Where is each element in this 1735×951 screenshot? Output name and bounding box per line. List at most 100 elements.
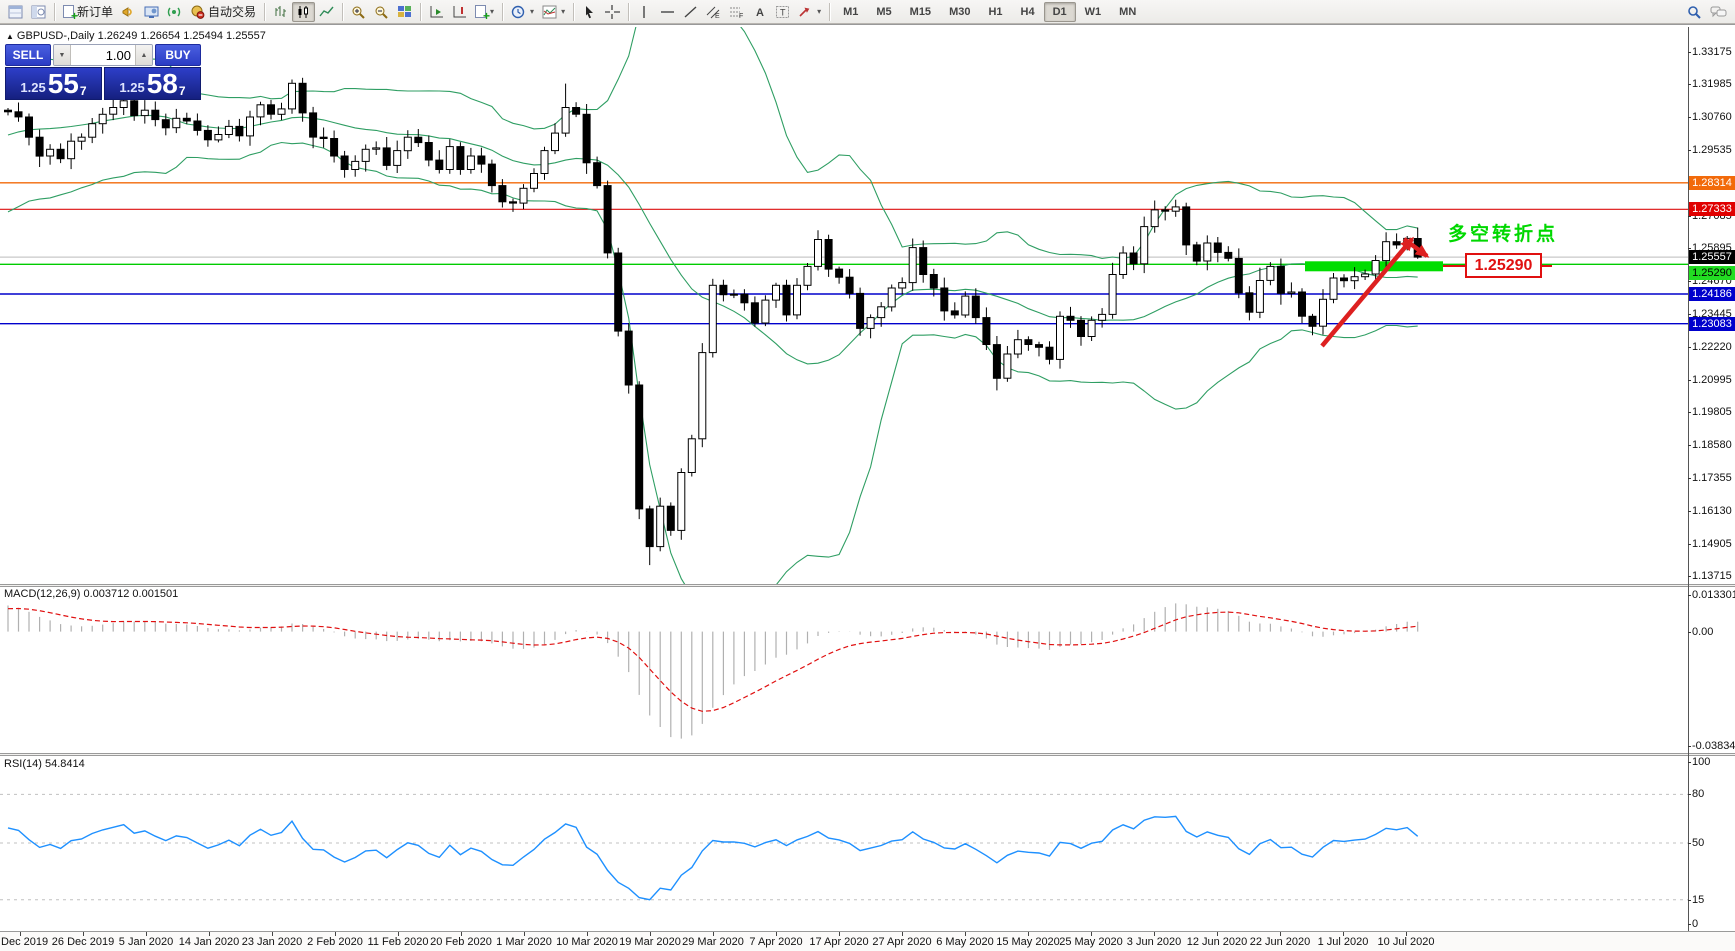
price-tick-label: 1.14905 xyxy=(1692,538,1732,550)
sell-button[interactable]: SELL xyxy=(5,44,51,66)
rsi-pane[interactable] xyxy=(0,756,1688,931)
volume-control: ▼ ▲ xyxy=(53,44,153,66)
rsi-axis-label: 15 xyxy=(1692,894,1704,906)
volume-down-button[interactable]: ▼ xyxy=(54,45,71,65)
price-tick-label: 1.16130 xyxy=(1692,505,1732,517)
sell-price-button[interactable]: 1.25 55 7 xyxy=(5,67,102,100)
tf-m5-button[interactable]: M5 xyxy=(867,2,900,22)
auto-scroll-button[interactable] xyxy=(425,2,448,22)
cursor-button[interactable] xyxy=(578,2,601,22)
tf-m15-button[interactable]: M15 xyxy=(901,2,940,22)
date-label: 20 Feb 2020 xyxy=(430,936,492,948)
templates-button[interactable]: ▾ xyxy=(538,2,569,22)
macd-pane[interactable] xyxy=(0,587,1688,753)
buy-button[interactable]: BUY xyxy=(155,44,201,66)
time-axis[interactable]: 7 Dec 201926 Dec 20195 Jan 202014 Jan 20… xyxy=(0,931,1735,951)
shapes-button[interactable]: ▾ xyxy=(794,2,825,22)
buy-price-pip: 7 xyxy=(179,84,186,98)
date-label: 3 Jun 2020 xyxy=(1127,936,1181,948)
date-label: 23 Jan 2020 xyxy=(242,936,303,948)
level-annotation-box[interactable]: 1.25290 xyxy=(1465,253,1542,278)
search-icon[interactable] xyxy=(1683,2,1706,22)
fibonacci-button[interactable]: F xyxy=(725,2,748,22)
toolbar-separator xyxy=(420,3,421,21)
price-level-badge: 1.27333 xyxy=(1689,202,1735,216)
tf-h4-button[interactable]: H4 xyxy=(1012,2,1044,22)
label-button[interactable]: T xyxy=(771,2,794,22)
buy-price-button[interactable]: 1.25 58 7 xyxy=(104,67,201,100)
collapse-triangle-icon[interactable]: ▲ xyxy=(6,32,14,41)
market-watch-icon[interactable] xyxy=(4,2,27,22)
svg-text:E: E xyxy=(715,13,720,19)
new-chart-button[interactable]: ▾ xyxy=(471,2,498,22)
crosshair-button[interactable] xyxy=(601,2,624,22)
toolbar-separator xyxy=(502,3,503,21)
chart-shift-button[interactable] xyxy=(448,2,471,22)
date-label: 7 Apr 2020 xyxy=(749,936,802,948)
macd-axis-label: -0.038343 xyxy=(1692,740,1735,752)
date-label: 29 Mar 2020 xyxy=(682,936,744,948)
alerts-icon[interactable] xyxy=(117,2,140,22)
tf-mn-button[interactable]: MN xyxy=(1110,2,1145,22)
date-label: 26 Dec 2019 xyxy=(52,936,114,948)
signals-icon[interactable] xyxy=(163,2,186,22)
date-label: 10 Mar 2020 xyxy=(556,936,618,948)
tf-d1-button[interactable]: D1 xyxy=(1044,2,1076,22)
new-order-button[interactable]: 新订单 xyxy=(59,2,117,22)
macd-axis-label: 0.013301 xyxy=(1692,589,1735,601)
tf-m30-button[interactable]: M30 xyxy=(940,2,979,22)
price-tick-label: 1.33175 xyxy=(1692,46,1732,58)
horizontal-line-button[interactable] xyxy=(656,2,679,22)
date-label: 15 May 2020 xyxy=(996,936,1060,948)
tile-windows-button[interactable] xyxy=(393,2,416,22)
date-label: 6 May 2020 xyxy=(936,936,993,948)
autotrading-button[interactable]: 自动交易 xyxy=(186,2,260,22)
buy-price-prefix: 1.25 xyxy=(119,80,144,95)
line-chart-button[interactable] xyxy=(315,2,338,22)
svg-text:T: T xyxy=(780,7,786,17)
toolbar-separator xyxy=(573,3,574,21)
toolbar-separator xyxy=(829,3,830,21)
text-button[interactable]: A xyxy=(748,2,771,22)
date-label: 12 Jun 2020 xyxy=(1187,936,1248,948)
rsi-line xyxy=(8,816,1418,899)
macd-indicator-label: MACD(12,26,9) 0.003712 0.001501 xyxy=(4,588,178,600)
annotation-connector-right xyxy=(1542,265,1552,267)
price-tick-label: 1.30760 xyxy=(1692,111,1732,123)
toolbar-separator xyxy=(628,3,629,21)
date-label: 14 Jan 2020 xyxy=(179,936,240,948)
sell-price-main: 55 xyxy=(48,70,79,98)
turning-point-annotation[interactable]: 多空转折点 xyxy=(1448,219,1558,246)
periods-button[interactable]: ▾ xyxy=(507,2,538,22)
rsi-axis-label: 0 xyxy=(1692,918,1698,930)
volume-input[interactable] xyxy=(71,45,135,65)
bollinger-band-upper[interactable] xyxy=(8,27,1418,259)
candlestick-chart-button[interactable] xyxy=(292,2,315,22)
price-level-badge: 1.25557 xyxy=(1689,250,1735,264)
annotation-connector-left xyxy=(1443,265,1465,267)
date-label: 10 Jul 2020 xyxy=(1378,936,1435,948)
buy-price-main: 58 xyxy=(147,70,178,98)
rsi-axis-label: 80 xyxy=(1692,788,1704,800)
tf-m1-button[interactable]: M1 xyxy=(834,2,867,22)
trendline-button[interactable] xyxy=(679,2,702,22)
chart-window: ▲GBPUSD-,Daily 1.26249 1.26654 1.25494 1… xyxy=(0,24,1735,950)
tf-h1-button[interactable]: H1 xyxy=(979,2,1011,22)
price-tick-label: 1.29535 xyxy=(1692,144,1732,156)
vertical-line-button[interactable] xyxy=(633,2,656,22)
date-label: 22 Jun 2020 xyxy=(1250,936,1311,948)
main-chart-pane[interactable] xyxy=(0,27,1688,584)
bar-chart-button[interactable] xyxy=(269,2,292,22)
one-click-trading-panel: SELL ▼ ▲ BUY 1.25 55 7 1.25 58 7 xyxy=(5,44,201,100)
volume-up-button[interactable]: ▲ xyxy=(135,45,152,65)
channel-button[interactable]: E xyxy=(702,2,725,22)
date-label: 19 Mar 2020 xyxy=(619,936,681,948)
zoom-in-button[interactable] xyxy=(347,2,370,22)
data-window-icon[interactable] xyxy=(27,2,50,22)
metaeditor-icon[interactable] xyxy=(140,2,163,22)
price-tick-label: 1.22220 xyxy=(1692,341,1732,353)
tf-w1-button[interactable]: W1 xyxy=(1076,2,1111,22)
zoom-out-button[interactable] xyxy=(370,2,393,22)
chat-icon[interactable] xyxy=(1706,2,1731,22)
price-axis[interactable]: 1.331751.319851.307601.295351.270851.258… xyxy=(1689,25,1735,951)
